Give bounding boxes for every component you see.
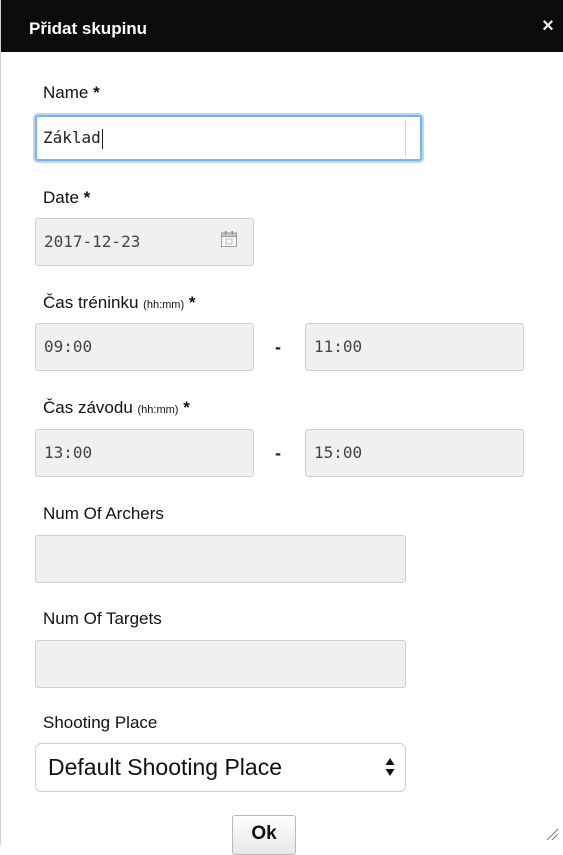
date-required-mark: *	[83, 188, 91, 207]
race-time-hint: (hh:mm)	[137, 404, 179, 416]
name-label-text: Name	[43, 83, 89, 102]
date-field-value: 2017-12-23	[44, 232, 141, 251]
name-field[interactable]: Základ	[35, 115, 422, 161]
training-time-label: Čas tréninku (hh:mm) *	[43, 293, 195, 315]
close-icon[interactable]: ×	[539, 16, 557, 36]
num-targets-field[interactable]	[35, 640, 406, 688]
date-label-text: Date	[43, 188, 79, 207]
name-field-value: Základ	[43, 128, 101, 147]
training-time-label-text: Čas tréninku	[43, 293, 139, 312]
training-time-hint: (hh:mm)	[143, 299, 185, 311]
race-time-required-mark: *	[183, 398, 190, 417]
num-archers-field[interactable]	[35, 535, 406, 583]
training-time-to-field[interactable]: 11:00	[305, 323, 524, 371]
name-label: Name *	[43, 83, 100, 103]
race-time-label: Čas závodu (hh:mm) *	[43, 398, 190, 420]
dialog-titlebar[interactable]: Přidat skupinu ×	[1, 0, 563, 52]
race-time-separator: -	[275, 443, 281, 463]
ok-button[interactable]: Ok	[232, 815, 296, 855]
race-time-label-text: Čas závodu	[43, 398, 133, 417]
training-time-from-field[interactable]: 09:00	[35, 323, 254, 371]
name-required-mark: *	[93, 83, 100, 102]
num-archers-label: Num Of Archers	[43, 504, 164, 523]
date-label: Date *	[43, 188, 90, 208]
race-time-to-value: 15:00	[314, 443, 363, 462]
dialog-title: Přidat skupinu	[29, 19, 148, 38]
select-arrows-icon	[385, 758, 395, 776]
shooting-place-label: Shooting Place	[43, 713, 158, 732]
race-time-from-field[interactable]: 13:00	[35, 429, 254, 477]
shooting-place-selected: Default Shooting Place	[48, 754, 282, 780]
race-time-from-value: 13:00	[44, 443, 93, 462]
num-targets-label: Num Of Targets	[43, 609, 162, 628]
shooting-place-select[interactable]: Default Shooting Place	[35, 743, 406, 792]
race-time-to-field[interactable]: 15:00	[305, 429, 524, 477]
training-time-from-value: 09:00	[44, 337, 93, 356]
resize-grip-icon[interactable]	[545, 827, 559, 841]
add-group-dialog: Přidat skupinu × Name * Základ Date * 20…	[0, 0, 563, 855]
training-time-separator: -	[275, 337, 281, 357]
name-field-divider	[405, 119, 406, 157]
calendar-icon[interactable]	[220, 230, 238, 248]
text-caret	[101, 128, 103, 149]
training-time-required-mark: *	[188, 293, 196, 312]
training-time-to-value: 11:00	[314, 337, 363, 356]
